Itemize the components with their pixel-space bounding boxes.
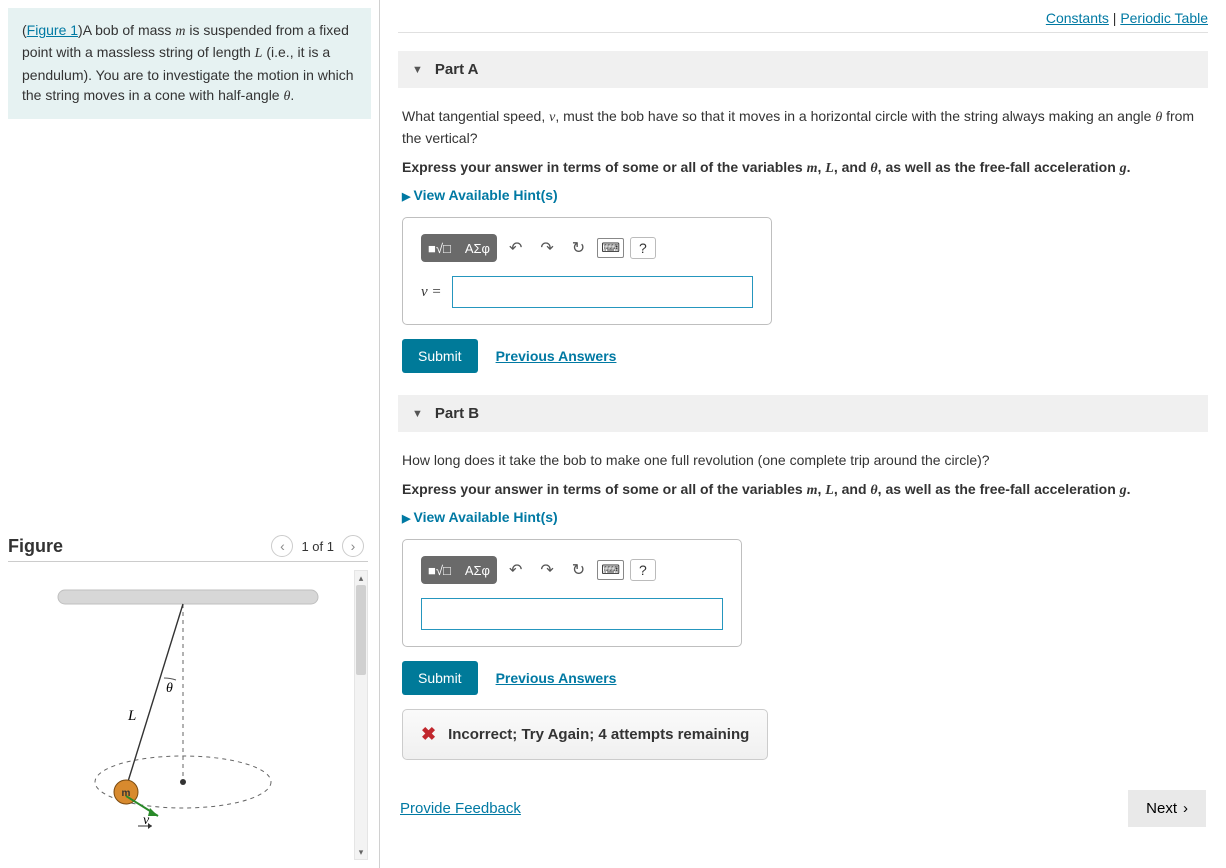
provide-feedback-link[interactable]: Provide Feedback — [400, 800, 521, 817]
figure-heading: Figure — [8, 536, 63, 557]
keyboard-icon[interactable]: ⌨ — [597, 238, 624, 258]
part-a-header[interactable]: ▼ Part A — [398, 51, 1208, 88]
periodic-table-link[interactable]: Periodic Table — [1120, 10, 1208, 26]
label-theta: θ — [166, 681, 173, 696]
templates-button[interactable]: ■√□ — [421, 234, 458, 262]
problem-statement: (Figure 1)A bob of mass m is suspended f… — [8, 8, 371, 119]
scroll-thumb[interactable] — [356, 585, 366, 675]
part-a-question: What tangential speed, v, must the bob h… — [402, 106, 1204, 149]
part-a-submit-button[interactable]: Submit — [402, 339, 478, 373]
part-a-title: Part A — [435, 61, 479, 78]
part-b-question: How long does it take the bob to make on… — [402, 450, 1204, 471]
feedback-text: Incorrect; Try Again; 4 attempts remaini… — [448, 726, 749, 743]
incorrect-icon: ✖ — [421, 724, 436, 745]
redo-icon[interactable]: ↷ — [534, 560, 559, 580]
part-b-title: Part B — [435, 405, 479, 422]
part-b-answer-box: ■√□ ΑΣφ ↶ ↷ ↻ ⌨ ? — [402, 539, 742, 647]
greek-button[interactable]: ΑΣφ — [458, 234, 497, 262]
part-b-submit-button[interactable]: Submit — [402, 661, 478, 695]
figure-header: Figure ‹ 1 of 1 › — [8, 527, 368, 562]
part-b-answer-input[interactable] — [421, 598, 723, 630]
keyboard-icon[interactable]: ⌨ — [597, 560, 624, 580]
part-a-answer-box: ■√□ ΑΣφ ↶ ↷ ↻ ⌨ ? v = — [402, 217, 772, 325]
part-b-hints-toggle[interactable]: View Available Hint(s) — [402, 509, 1204, 525]
figure-scrollbar[interactable]: ▴ ▾ — [354, 570, 368, 860]
reset-icon[interactable]: ↻ — [566, 238, 591, 258]
greek-button[interactable]: ΑΣφ — [458, 556, 497, 584]
figure-next-button[interactable]: › — [342, 535, 364, 557]
figure-counter: 1 of 1 — [301, 539, 334, 554]
figure-prev-button[interactable]: ‹ — [271, 535, 293, 557]
text-end: . — [290, 87, 294, 103]
reset-icon[interactable]: ↻ — [566, 560, 591, 580]
templates-button[interactable]: ■√□ — [421, 556, 458, 584]
part-b-previous-answers-link[interactable]: Previous Answers — [496, 670, 617, 686]
eq-label-v: v = — [421, 284, 442, 301]
label-L: L — [127, 708, 136, 724]
scroll-down-icon[interactable]: ▾ — [355, 845, 367, 859]
constants-link[interactable]: Constants — [1046, 10, 1109, 26]
chevron-right-icon: › — [1183, 800, 1188, 817]
redo-icon[interactable]: ↷ — [534, 238, 559, 258]
paren-text: )A bob of mass — [78, 22, 175, 38]
help-button[interactable]: ? — [630, 237, 656, 259]
next-label: Next — [1146, 800, 1177, 817]
part-a-answer-input[interactable] — [452, 276, 753, 308]
figure-link[interactable]: Figure 1 — [27, 22, 78, 38]
collapse-icon: ▼ — [412, 408, 423, 420]
part-a-previous-answers-link[interactable]: Previous Answers — [496, 348, 617, 364]
collapse-icon: ▼ — [412, 64, 423, 76]
var-m: m — [175, 24, 185, 39]
part-a-hints-toggle[interactable]: View Available Hint(s) — [402, 187, 1204, 203]
pendulum-figure: m L θ v — [8, 570, 348, 850]
sep: | — [1109, 10, 1120, 26]
part-b-feedback: ✖ Incorrect; Try Again; 4 attempts remai… — [402, 709, 768, 760]
undo-icon[interactable]: ↶ — [503, 238, 528, 258]
part-b-express: Express your answer in terms of some or … — [402, 481, 1204, 499]
part-b-header[interactable]: ▼ Part B — [398, 395, 1208, 432]
help-button[interactable]: ? — [630, 559, 656, 581]
part-a-express: Express your answer in terms of some or … — [402, 159, 1204, 177]
scroll-up-icon[interactable]: ▴ — [355, 571, 367, 585]
undo-icon[interactable]: ↶ — [503, 560, 528, 580]
next-button[interactable]: Next › — [1128, 790, 1206, 827]
figure-area: m L θ v ▴ ▾ — [8, 570, 368, 860]
top-links: Constants | Periodic Table — [398, 10, 1208, 33]
